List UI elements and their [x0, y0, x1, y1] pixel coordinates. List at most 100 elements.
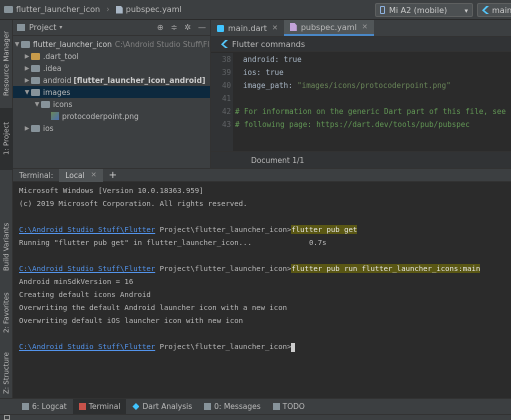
navigation-bar: flutter_launcher_icon › pubspec.yaml Mi … — [0, 0, 511, 20]
collapse-all-icon[interactable]: ≑ — [171, 23, 178, 32]
tab-structure[interactable]: Z: Structure — [0, 346, 13, 400]
tab-label: main.dart — [228, 23, 267, 33]
code-line: ios: true — [243, 68, 284, 77]
tree-item-label: protocoderpoint.png — [62, 111, 139, 121]
tree-item-label: android — [43, 75, 72, 85]
tree-item-root[interactable]: ▼ flutter_launcher_icon C:\Android Studi… — [13, 38, 210, 50]
close-icon[interactable]: ✕ — [91, 171, 97, 179]
flutter-icon — [221, 40, 228, 48]
terminal-output[interactable]: Microsoft Windows [Version 10.0.18363.95… — [13, 182, 511, 398]
device-selector-label: Mi A2 (mobile) — [389, 5, 448, 15]
tab-todo-label: TODO — [282, 402, 305, 411]
device-selector[interactable]: Mi A2 (mobile) ▾ — [375, 3, 473, 17]
terminal-icon — [78, 403, 86, 410]
tree-item-label: flutter_launcher_icon — [33, 39, 112, 49]
tree-item-path: C:\Android Studio Stuff\Flutter — [114, 39, 210, 49]
tree-item-label: icons — [53, 99, 73, 109]
dart-file-icon — [217, 24, 224, 32]
hide-icon[interactable]: — — [198, 23, 206, 32]
tab-pubspec-yaml[interactable]: pubspec.yaml ✕ — [283, 20, 374, 36]
editor-panel: main.dart ✕ pubspec.yaml ✕ Flutter comma… — [211, 20, 511, 168]
close-icon[interactable]: ✕ — [362, 23, 368, 31]
tree-item-dart-tool[interactable]: ▶ .dart_tool — [13, 50, 210, 62]
project-tree: ▼ flutter_launcher_icon C:\Android Studi… — [13, 36, 210, 134]
gear-icon[interactable]: ✲ — [184, 23, 191, 32]
breadcrumb-file-label: pubspec.yaml — [125, 5, 182, 14]
terminal-prompt: Project\flutter_launcher_icon> — [155, 342, 292, 351]
tab-favorites[interactable]: 2: Favorites — [0, 288, 13, 338]
logcat-icon — [22, 403, 29, 410]
terminal-header: Terminal: Local ✕ + — [13, 168, 511, 182]
run-config-selector[interactable]: main.dart — [477, 3, 511, 17]
editor-tabs: main.dart ✕ pubspec.yaml ✕ — [211, 20, 511, 37]
tab-label: pubspec.yaml — [300, 22, 357, 32]
code-line: android: true — [243, 55, 302, 64]
code-area[interactable]: 38 android: true 39 ios: true 40 image_p… — [211, 53, 511, 151]
expanded-arrow-icon: ▼ — [14, 40, 20, 48]
tree-item-label: .dart_tool — [43, 51, 79, 61]
terminal-tab-local[interactable]: Local ✕ — [59, 168, 103, 182]
tree-item-ios[interactable]: ▶ ios — [13, 122, 210, 134]
locate-icon[interactable]: ⊕ — [157, 23, 164, 32]
terminal-prompt-line: C:\Android Studio Stuff\Flutter Project\… — [19, 225, 358, 237]
tree-item-icons[interactable]: ▼ icons — [13, 98, 210, 110]
tab-logcat-label: 6: Logcat — [32, 402, 67, 411]
tool-windows-icon[interactable] — [4, 415, 10, 420]
document-indicator: Document 1/1 — [211, 151, 511, 168]
terminal-command: flutter pub run flutter_launcher_icons:m… — [291, 264, 481, 273]
tab-messages[interactable]: 0: Messages — [198, 399, 266, 415]
tree-item-label: ios — [43, 123, 54, 133]
terminal-line: Overwriting default iOS launcher icon wi… — [19, 316, 244, 325]
new-terminal-plus-icon[interactable]: + — [103, 170, 123, 181]
chevron-down-icon: ▾ — [464, 7, 468, 15]
line-number: 39 — [221, 68, 231, 77]
code-comment: # following page: https://dart.dev/tools… — [235, 120, 470, 129]
terminal-line: Creating default icons Android — [19, 290, 151, 299]
tree-item-png-file[interactable]: protocoderpoint.png — [13, 110, 210, 122]
image-file-icon — [51, 112, 59, 120]
yaml-file-icon — [115, 5, 123, 14]
project-panel: Project ▾ ⊕ ≑ ✲ — ▼ flutter_launcher_ico… — [13, 20, 211, 168]
close-icon[interactable]: ✕ — [272, 24, 278, 32]
terminal-tab-label: Local — [65, 170, 85, 180]
tab-terminal[interactable]: Terminal — [72, 398, 127, 415]
collapsed-arrow-icon: ▶ — [24, 124, 30, 132]
breadcrumb-project[interactable]: flutter_launcher_icon — [0, 0, 104, 20]
expanded-arrow-icon: ▼ — [34, 100, 40, 108]
flutter-commands-bar[interactable]: Flutter commands — [211, 37, 511, 52]
tab-project-label: 1: Project — [2, 122, 11, 156]
folder-icon — [21, 40, 30, 48]
project-view-selector[interactable]: Project — [29, 23, 56, 32]
terminal-prompt-line: C:\Android Studio Stuff\Flutter Project\… — [19, 264, 481, 276]
tab-build-variants[interactable]: Build Variants — [0, 216, 13, 278]
code-comment: # For information on the generic Dart pa… — [235, 107, 511, 116]
todo-icon — [272, 403, 280, 410]
folder-icon — [31, 52, 40, 60]
terminal-path-link[interactable]: C:\Android Studio Stuff\Flutter — [19, 264, 155, 273]
terminal-prompt: Project\flutter_launcher_icon> — [155, 225, 292, 234]
line-number: 42 — [221, 107, 231, 116]
tab-main-dart[interactable]: main.dart ✕ — [211, 20, 284, 36]
dart-icon — [132, 403, 140, 410]
tab-resource-manager[interactable]: Resource Manager — [0, 22, 13, 104]
tab-todo[interactable]: TODO — [267, 399, 311, 415]
terminal-line: (c) 2019 Microsoft Corporation. All righ… — [19, 199, 248, 208]
terminal-path-link[interactable]: C:\Android Studio Stuff\Flutter — [19, 225, 155, 234]
tree-item-idea[interactable]: ▶ .idea — [13, 62, 210, 74]
terminal-cursor[interactable] — [291, 342, 296, 352]
tree-item-android[interactable]: ▶ android [flutter_launcher_icon_android… — [13, 74, 210, 86]
tab-project[interactable]: 1: Project — [0, 108, 13, 170]
flutter-commands-label: Flutter commands — [232, 39, 306, 49]
terminal-line: Overwriting the default Android launcher… — [19, 303, 287, 312]
tab-resource-manager-label: Resource Manager — [2, 30, 11, 96]
breadcrumb-file[interactable]: pubspec.yaml — [112, 0, 186, 20]
tab-logcat[interactable]: 6: Logcat — [16, 399, 73, 415]
code-line: image_path: "images/icons/protocoderpoin… — [243, 81, 451, 94]
document-label: Document 1/1 — [251, 155, 305, 165]
terminal-path-link[interactable]: C:\Android Studio Stuff\Flutter — [19, 342, 155, 351]
folder-icon — [31, 88, 40, 96]
tree-item-label: .idea — [43, 63, 62, 73]
messages-icon — [204, 403, 212, 410]
tab-dart-analysis[interactable]: Dart Analysis — [126, 399, 198, 415]
tree-item-images[interactable]: ▼ images — [13, 86, 210, 98]
